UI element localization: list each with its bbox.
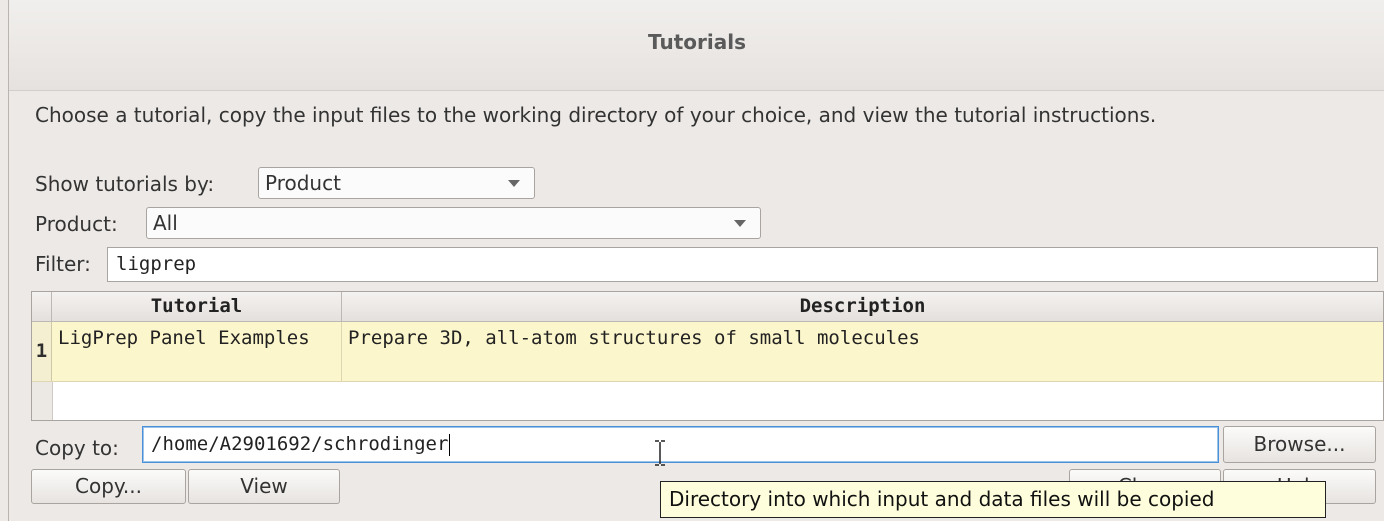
row-number: 1 [32,322,52,381]
column-header-tutorial[interactable]: Tutorial [52,292,342,321]
column-header-description[interactable]: Description [342,292,1383,321]
copy-to-label: Copy to: [35,436,119,460]
title-bar: Tutorials [9,0,1384,91]
window-title: Tutorials [648,30,746,54]
table-row[interactable]: 1 LigPrep Panel Examples Prepare 3D, all… [32,322,1383,382]
show-by-dropdown[interactable]: Product [258,167,535,199]
view-button[interactable]: View [188,469,340,504]
show-by-selected: Product [265,171,341,195]
description-cell: Prepare 3D, all-atom structures of small… [348,327,920,349]
chevron-down-icon [734,220,746,227]
intro-text: Choose a tutorial, copy the input files … [35,103,1157,127]
header-corner [32,292,52,321]
tutorials-table: Tutorial Description 1 LigPrep Panel Exa… [31,291,1384,421]
tutorial-cell: LigPrep Panel Examples [52,322,342,381]
text-caret [449,433,451,456]
filter-input[interactable]: ligprep [107,247,1378,282]
product-label: Product: [35,212,118,236]
browse-button[interactable]: Browse... [1223,426,1376,463]
tutorial-name: LigPrep Panel Examples [58,327,310,349]
text-cursor-icon [655,440,665,466]
product-selected: All [153,211,178,235]
filter-label: Filter: [35,252,91,276]
tooltip: Directory into which input and data file… [660,481,1326,518]
tutorials-dialog: Tutorials Choose a tutorial, copy the in… [8,0,1384,521]
chevron-down-icon [508,180,520,187]
copy-to-input[interactable]: /home/A2901692/schrodinger [142,426,1219,463]
table-header: Tutorial Description [32,292,1383,322]
product-dropdown[interactable]: All [146,207,761,239]
show-by-label: Show tutorials by: [35,172,215,196]
copy-button[interactable]: Copy... [31,469,186,504]
empty-row-header [32,382,53,420]
copy-to-value: /home/A2901692/schrodinger [151,433,449,455]
